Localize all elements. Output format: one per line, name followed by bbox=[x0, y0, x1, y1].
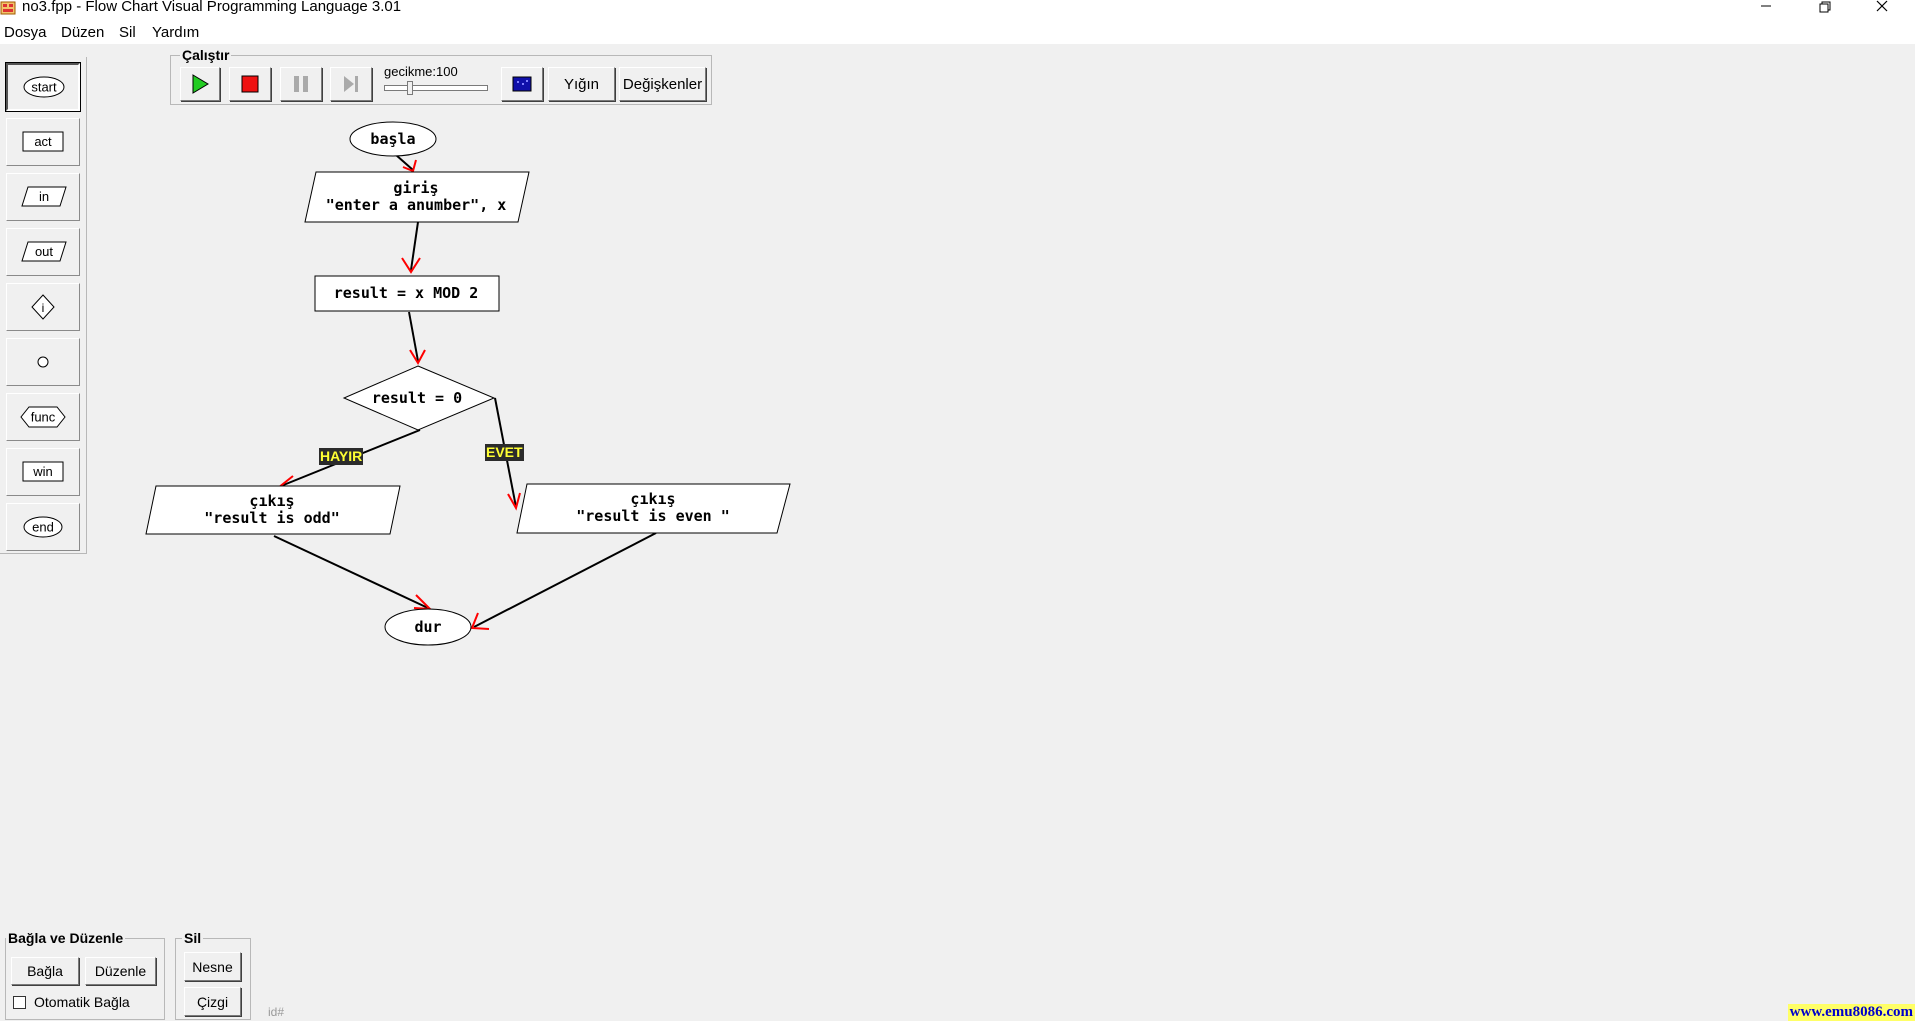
palette-label: in bbox=[39, 189, 49, 204]
pause-icon bbox=[294, 76, 308, 92]
palette-label: func bbox=[31, 410, 56, 425]
input-node-text-1: giriş bbox=[393, 179, 438, 197]
step-button[interactable] bbox=[330, 67, 372, 101]
auto-connect-label: Otomatik Bağla bbox=[34, 994, 130, 1010]
screen-icon bbox=[512, 76, 532, 92]
input-shape-icon: in bbox=[21, 186, 67, 207]
output-even-node[interactable] bbox=[516, 483, 791, 534]
action-shape-icon: act bbox=[22, 131, 64, 152]
function-shape-icon: func bbox=[20, 406, 66, 428]
restore-icon[interactable] bbox=[1794, 0, 1854, 16]
decision-node-text: result = 0 bbox=[372, 389, 462, 407]
window-title: no3.fpp - Flow Chart Visual Programming … bbox=[22, 0, 402, 15]
run-toolbar-title: Çalıştır bbox=[180, 47, 232, 63]
stop-icon bbox=[241, 75, 259, 93]
id-label: id# bbox=[268, 1005, 285, 1019]
arrange-button[interactable]: Düzenle bbox=[85, 957, 156, 985]
menu-sil[interactable]: Sil bbox=[119, 24, 136, 41]
palette-start-button[interactable]: start bbox=[5, 62, 81, 112]
delay-slider[interactable] bbox=[384, 85, 488, 91]
decision-node[interactable] bbox=[342, 365, 496, 431]
variables-button[interactable]: Değişkenler bbox=[619, 67, 706, 101]
close-icon[interactable] bbox=[1852, 0, 1912, 16]
auto-connect-checkbox[interactable] bbox=[13, 996, 26, 1009]
palette-if-button[interactable]: i bbox=[6, 283, 80, 331]
pause-button[interactable] bbox=[280, 67, 322, 101]
delete-group: Sil Nesne Çizgi bbox=[175, 930, 251, 1020]
output-odd-text-1: çıkış bbox=[249, 492, 294, 510]
shape-palette: start act in out i func win end bbox=[0, 57, 87, 554]
minimize-icon[interactable] bbox=[1736, 0, 1796, 16]
end-shape-icon: end bbox=[23, 516, 63, 538]
output-even-text-1: çıkış bbox=[630, 490, 675, 508]
output-even-text-2: "result is even " bbox=[576, 507, 730, 525]
palette-label: out bbox=[35, 244, 53, 259]
play-icon bbox=[192, 74, 209, 94]
connect-button[interactable]: Bağla bbox=[11, 957, 79, 985]
arrow-heads bbox=[275, 159, 521, 630]
window-shape-icon: win bbox=[22, 461, 64, 482]
flowchart-canvas: başla giriş "enter a anumber", x result … bbox=[145, 121, 791, 646]
output-shape-icon: out bbox=[21, 241, 67, 262]
screen-button[interactable] bbox=[501, 67, 543, 101]
delete-object-button[interactable]: Nesne bbox=[184, 952, 241, 981]
no-branch-label: HAYIR bbox=[319, 448, 364, 465]
palette-label: win bbox=[32, 464, 53, 479]
menu-dosya[interactable]: Dosya bbox=[4, 24, 47, 41]
yes-branch-label: EVET bbox=[485, 444, 524, 461]
palette-func-button[interactable]: func bbox=[6, 393, 80, 441]
output-odd-node[interactable] bbox=[145, 485, 401, 535]
menu-duzen[interactable]: Düzen bbox=[61, 24, 104, 41]
website-link[interactable]: www.emu8086.com bbox=[1787, 1004, 1915, 1021]
start-node-text: başla bbox=[370, 130, 415, 148]
start-node[interactable] bbox=[349, 121, 437, 157]
palette-in-button[interactable]: in bbox=[6, 173, 80, 221]
palette-win-button[interactable]: win bbox=[6, 448, 80, 496]
input-node-text-2: "enter a anumber", x bbox=[326, 196, 507, 214]
connector-lines bbox=[273, 154, 657, 628]
menu-yardim[interactable]: Yardım bbox=[152, 24, 199, 41]
end-node-text: dur bbox=[414, 618, 441, 636]
run-toolbar: Çalıştır gecikme:100 Yığın Değişkenler bbox=[170, 47, 712, 105]
delete-line-button[interactable]: Çizgi bbox=[184, 987, 241, 1016]
delete-group-title: Sil bbox=[182, 930, 204, 946]
palette-label: start bbox=[31, 80, 57, 95]
palette-connector-button[interactable] bbox=[6, 338, 80, 386]
palette-label: end bbox=[32, 520, 54, 535]
start-shape-icon: start bbox=[23, 76, 65, 98]
action-node[interactable] bbox=[314, 275, 500, 312]
input-node[interactable] bbox=[304, 171, 530, 223]
stack-button[interactable]: Yığın bbox=[548, 67, 615, 101]
connect-arrange-title: Bağla ve Düzenle bbox=[6, 930, 126, 946]
output-odd-text-2: "result is odd" bbox=[204, 509, 339, 527]
palette-end-button[interactable]: end bbox=[6, 503, 80, 551]
connector-shape-icon bbox=[37, 356, 49, 368]
run-button[interactable] bbox=[180, 67, 220, 101]
palette-label: act bbox=[34, 134, 52, 149]
app-icon bbox=[0, 1, 16, 15]
connect-arrange-group: Bağla ve Düzenle Bağla Düzenle Otomatik … bbox=[5, 930, 165, 1020]
stop-button[interactable] bbox=[229, 67, 271, 101]
delay-label: gecikme:100 bbox=[384, 64, 458, 79]
action-node-text: result = x MOD 2 bbox=[334, 284, 479, 302]
palette-act-button[interactable]: act bbox=[6, 118, 80, 166]
step-icon bbox=[344, 76, 358, 92]
delay-slider-thumb[interactable] bbox=[407, 81, 413, 95]
decision-shape-icon: i bbox=[31, 294, 55, 320]
palette-label: i bbox=[42, 301, 45, 315]
title-bar: no3.fpp - Flow Chart Visual Programming … bbox=[0, 0, 1915, 44]
end-node[interactable] bbox=[384, 608, 472, 646]
palette-out-button[interactable]: out bbox=[6, 228, 80, 276]
